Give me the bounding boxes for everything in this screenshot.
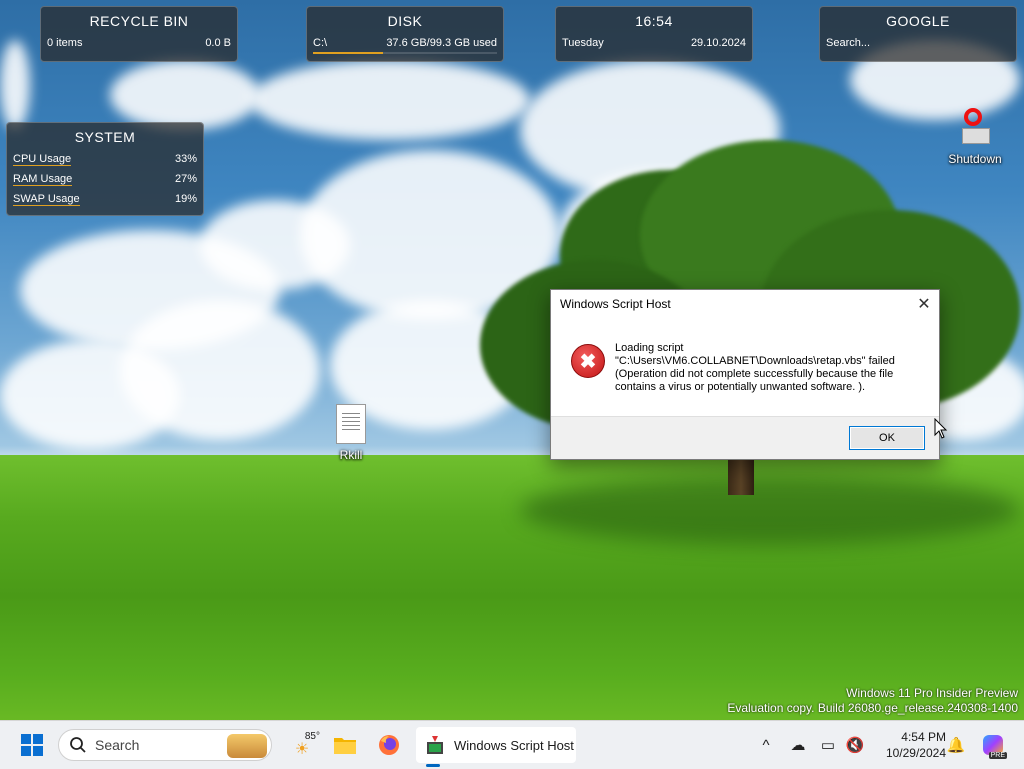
- shutdown-icon: [958, 108, 992, 148]
- clock-day: Tuesday: [562, 37, 604, 49]
- copilot-logo: PRE: [983, 735, 1007, 759]
- shutdown-label: Shutdown: [948, 152, 1002, 166]
- system-row-cpu: CPU Usage 33%: [7, 149, 203, 169]
- file-explorer-icon: [334, 738, 356, 754]
- clock-widget[interactable]: 16:54 Tuesday 29.10.2024: [555, 6, 753, 62]
- start-button[interactable]: [14, 729, 50, 761]
- watermark-line-1: Windows 11 Pro Insider Preview: [846, 686, 1018, 700]
- message-line: contains a virus or potentially unwanted…: [615, 381, 866, 393]
- copilot-icon[interactable]: PRE: [980, 735, 1007, 759]
- error-icon: ✖: [571, 344, 605, 378]
- active-app-label: Windows Script Host: [454, 737, 574, 753]
- desktop-icon-rkill[interactable]: Rkill: [316, 404, 386, 462]
- widget-title: SYSTEM: [74, 129, 136, 145]
- message-line: (Operation did not complete successfully…: [615, 368, 894, 380]
- windows-start-icon: [21, 734, 43, 756]
- desktop-icon-shutdown[interactable]: Shutdown: [940, 108, 1010, 166]
- copilot-badge: PRE: [988, 752, 1007, 759]
- document-icon: [336, 404, 366, 444]
- file-explorer-button[interactable]: [328, 729, 362, 761]
- taskbar-search-box[interactable]: Search: [58, 729, 272, 761]
- ram-usage-value: 27%: [174, 173, 197, 185]
- search-highlight-image: [227, 734, 267, 758]
- recycle-bin-size: 0.0 B: [205, 37, 231, 49]
- system-row-swap: SWAP Usage 19%: [7, 189, 203, 209]
- disk-usage-bar: [313, 52, 497, 54]
- ok-button[interactable]: OK: [849, 426, 925, 450]
- dialog-title: Windows Script Host: [560, 297, 671, 311]
- notification-bell-icon[interactable]: 🔔: [946, 735, 966, 755]
- onedrive-icon[interactable]: ☁: [788, 735, 808, 755]
- taskbar-app-script-host[interactable]: Windows Script Host: [416, 727, 576, 763]
- disk-usage-fill: [313, 52, 383, 54]
- active-indicator: [426, 764, 440, 767]
- mouse-pointer-icon: [934, 418, 948, 439]
- firefox-button[interactable]: [372, 729, 406, 761]
- disk-usage: 37.6 GB/99.3 GB used: [386, 37, 497, 49]
- dialog-message: Loading script "C:\Users\VM6.COLLABNET\D…: [615, 342, 895, 416]
- system-widget[interactable]: SYSTEM CPU Usage 33% RAM Usage 27% SWAP …: [6, 122, 204, 216]
- weather-button[interactable]: 85° ☀: [284, 729, 320, 761]
- recycle-bin-widget[interactable]: RECYCLE BIN 0 items 0.0 B: [40, 6, 238, 62]
- volume-icon[interactable]: 🔇: [845, 735, 865, 755]
- close-icon[interactable]: ✕: [909, 290, 939, 318]
- google-widget[interactable]: GOOGLE Search...: [819, 6, 1017, 62]
- ram-usage-label: RAM Usage: [13, 172, 73, 186]
- search-icon: [70, 737, 86, 753]
- widget-title: GOOGLE: [886, 13, 950, 29]
- watermark-line-2: Evaluation copy. Build 26080.ge_release.…: [727, 701, 1018, 715]
- network-icon[interactable]: ▭: [818, 735, 838, 755]
- dialog-footer: OK: [551, 416, 939, 459]
- widget-title: DISK: [387, 13, 423, 29]
- clock-time: 16:54: [635, 13, 673, 29]
- firefox-icon: [379, 735, 399, 755]
- clock-date: 29.10.2024: [690, 37, 746, 49]
- message-line: Loading script: [615, 342, 684, 354]
- dialog-title-bar[interactable]: Windows Script Host ✕: [551, 290, 939, 318]
- disk-widget[interactable]: DISK C:\ 37.6 GB/99.3 GB used: [306, 6, 504, 62]
- message-line: "C:\Users\VM6.COLLABNET\Downloads\retap.…: [615, 355, 895, 367]
- clock-date-text: 10/29/2024: [885, 746, 946, 760]
- system-row-ram: RAM Usage 27%: [7, 169, 203, 189]
- weather-icon: ☀: [294, 741, 310, 758]
- taskbar: Search 85° ☀ Windows Script Host ^ ☁ ▭ 🔇…: [0, 720, 1024, 769]
- script-host-icon: [427, 736, 443, 754]
- recycle-bin-items: 0 items: [47, 37, 83, 49]
- windows-watermark: Windows 11 Pro Insider Preview Evaluatio…: [727, 686, 1018, 716]
- swap-usage-value: 19%: [174, 193, 197, 205]
- clock-time-text: 4:54 PM: [901, 730, 946, 744]
- cpu-usage-label: CPU Usage: [13, 152, 72, 166]
- rkill-label: Rkill: [339, 448, 363, 462]
- chevron-up-icon[interactable]: ^: [756, 735, 776, 755]
- swap-usage-label: SWAP Usage: [13, 192, 80, 206]
- widget-title: RECYCLE BIN: [89, 13, 189, 29]
- taskbar-clock[interactable]: 4:54 PM 10/29/2024: [872, 729, 946, 761]
- cpu-usage-value: 33%: [174, 153, 197, 165]
- search-placeholder: Search: [95, 737, 140, 753]
- disk-drive: C:\: [313, 37, 328, 49]
- dialog-body: ✖ Loading script "C:\Users\VM6.COLLABNET…: [551, 318, 939, 416]
- script-host-dialog: Windows Script Host ✕ ✖ Loading script "…: [550, 289, 940, 460]
- google-search-input[interactable]: Search...: [826, 37, 870, 49]
